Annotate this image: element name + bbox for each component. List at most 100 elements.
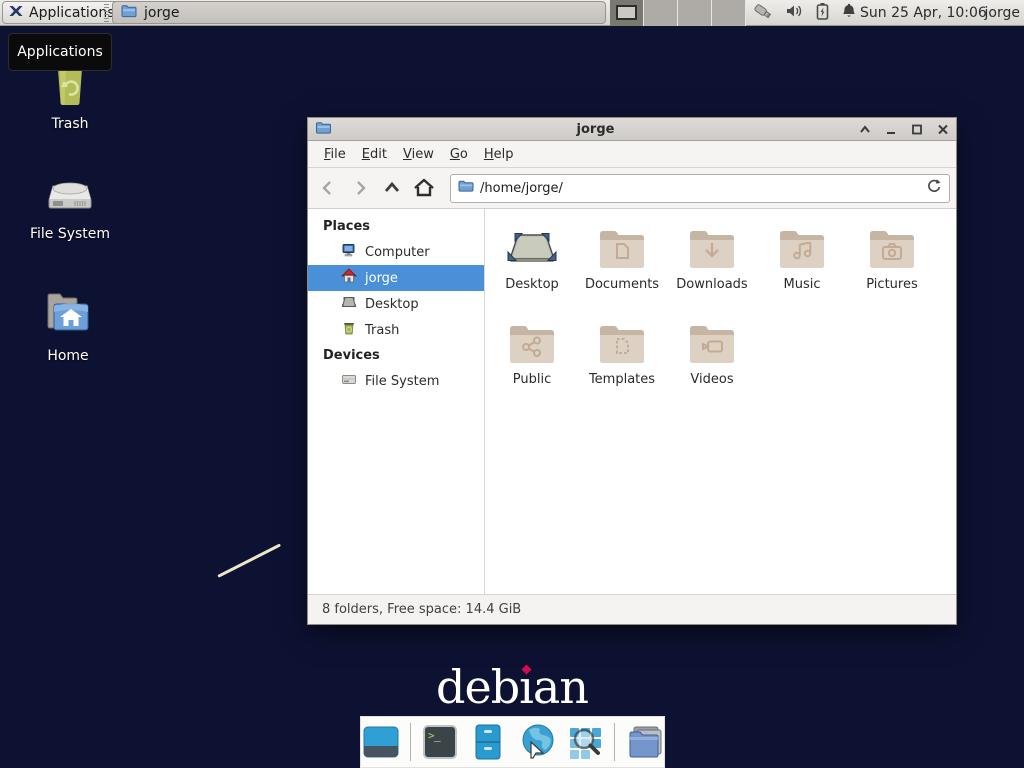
back-button[interactable] [314,174,342,202]
top-panel: Applications jorge Sun 25 Apr, 10:06 jor… [0,0,1024,26]
panel-username[interactable]: jorge [985,0,1020,26]
desktop-icon-home[interactable]: Home [20,288,116,364]
folder-music-icon [777,223,827,275]
notification-bell-icon[interactable] [841,3,857,24]
menu-view[interactable]: View [395,143,442,166]
reload-icon[interactable] [926,178,942,198]
forward-button[interactable] [346,174,374,202]
folder-videos-icon [687,318,737,370]
window-titlebar[interactable]: jorge [308,118,956,141]
folder-documents-icon [597,223,647,275]
window-title: jorge [338,122,853,137]
show-desktop-icon[interactable] [361,721,402,763]
window-controls [859,124,949,135]
sidebar-item-computer[interactable]: Computer [308,239,484,265]
file-item-label: Downloads [676,277,747,292]
file-item-label: Templates [589,372,655,387]
file-item-downloads[interactable]: Downloads [667,217,757,312]
home-folder-icon [42,288,94,342]
close-icon[interactable] [937,124,949,135]
xfce-applications-icon [8,3,24,23]
web-browser-icon[interactable] [517,721,558,763]
file-manager-dock-icon[interactable] [623,721,664,763]
desktop-icon-label: Home [47,348,88,364]
shade-icon[interactable] [859,124,871,135]
file-item-desktop[interactable]: Desktop [487,217,577,312]
folder-templates-icon [597,318,647,370]
removable-media-icon[interactable] [752,1,774,25]
drive-mini-icon [341,371,357,391]
computer-icon [341,242,357,262]
file-item-music[interactable]: Music [757,217,847,312]
hard-drive-icon [45,168,95,220]
menu-go[interactable]: Go [442,143,476,166]
sidebar-item-label: Trash [365,323,399,338]
dock-separator [614,723,616,761]
path-input[interactable]: /home/jorge/ [480,181,920,196]
house-icon [341,268,357,288]
minimize-icon[interactable] [885,124,897,135]
file-item-public[interactable]: Public [487,312,577,407]
workspace-1[interactable] [610,0,644,26]
taskbar-window-button[interactable]: jorge [112,1,606,24]
taskbar-window-label: jorge [144,5,179,21]
folder-downloads-icon [687,223,737,275]
file-cabinet-icon[interactable] [468,721,509,763]
file-item-label: Desktop [505,277,559,292]
sidebar-item-label: Desktop [365,297,419,312]
workspace-window-preview [616,5,637,20]
app-finder-icon[interactable] [565,721,606,763]
file-item-pictures[interactable]: Pictures [847,217,937,312]
bottom-dock: >_ [360,716,665,768]
window-folder-icon [315,120,332,139]
path-folder-icon [458,179,474,197]
home-button[interactable] [410,174,438,202]
volume-icon[interactable] [786,3,804,23]
sidebar-places-header: Places [308,214,484,239]
menu-file[interactable]: File [316,143,354,166]
terminal-icon[interactable]: >_ [419,721,460,763]
panel-handle[interactable] [104,4,110,22]
folder-pictures-icon [867,223,917,275]
workspace-3[interactable] [678,0,712,26]
workspace-switcher[interactable] [610,0,746,26]
workspace-2[interactable] [644,0,678,26]
sidebar-item-label: File System [365,374,439,389]
sidebar-item-label: Computer [365,245,430,260]
file-item-label: Public [513,372,551,387]
desktop-mini-icon [341,294,357,314]
sidebar-item-desktop[interactable]: Desktop [308,291,484,317]
panel-clock[interactable]: Sun 25 Apr, 10:06 [860,0,987,26]
desktop-icon-file-system[interactable]: File System [22,168,118,242]
debian-text-left: deb [436,660,519,714]
debian-wordmark: debıan [0,660,1024,714]
sidebar-item-file-system[interactable]: File System [308,368,484,394]
file-item-videos[interactable]: Videos [667,312,757,407]
desktop-icon-label: File System [30,226,110,242]
menu-help[interactable]: Help [476,143,522,166]
toolbar: /home/jorge/ [308,168,956,209]
file-manager-window: jorge File Edit View Go Help [307,117,957,625]
path-bar[interactable]: /home/jorge/ [450,174,950,203]
menu-bar: File Edit View Go Help [308,141,956,168]
workspace-4[interactable] [712,0,746,26]
file-item-label: Videos [690,372,733,387]
desktop-icon-label: Trash [52,116,89,132]
file-item-label: Documents [585,277,659,292]
sidebar-item-jorge[interactable]: jorge [308,265,484,291]
files-grid: Desktop Documents [485,209,956,594]
status-text: 8 folders, Free space: 14.4 GiB [322,602,521,617]
sidebar: Places Computer jorge Desktop [308,209,485,594]
dock-separator [410,723,412,761]
tooltip-text: Applications [17,44,103,60]
menu-edit[interactable]: Edit [354,143,395,166]
sidebar-item-trash[interactable]: Trash [308,317,484,343]
up-button[interactable] [378,174,406,202]
battery-icon[interactable] [816,2,829,24]
maximize-icon[interactable] [911,124,923,135]
file-item-documents[interactable]: Documents [577,217,667,312]
folder-icon [121,3,137,23]
file-item-templates[interactable]: Templates [577,312,667,407]
system-tray [752,0,857,26]
applications-tooltip: Applications [8,33,112,71]
